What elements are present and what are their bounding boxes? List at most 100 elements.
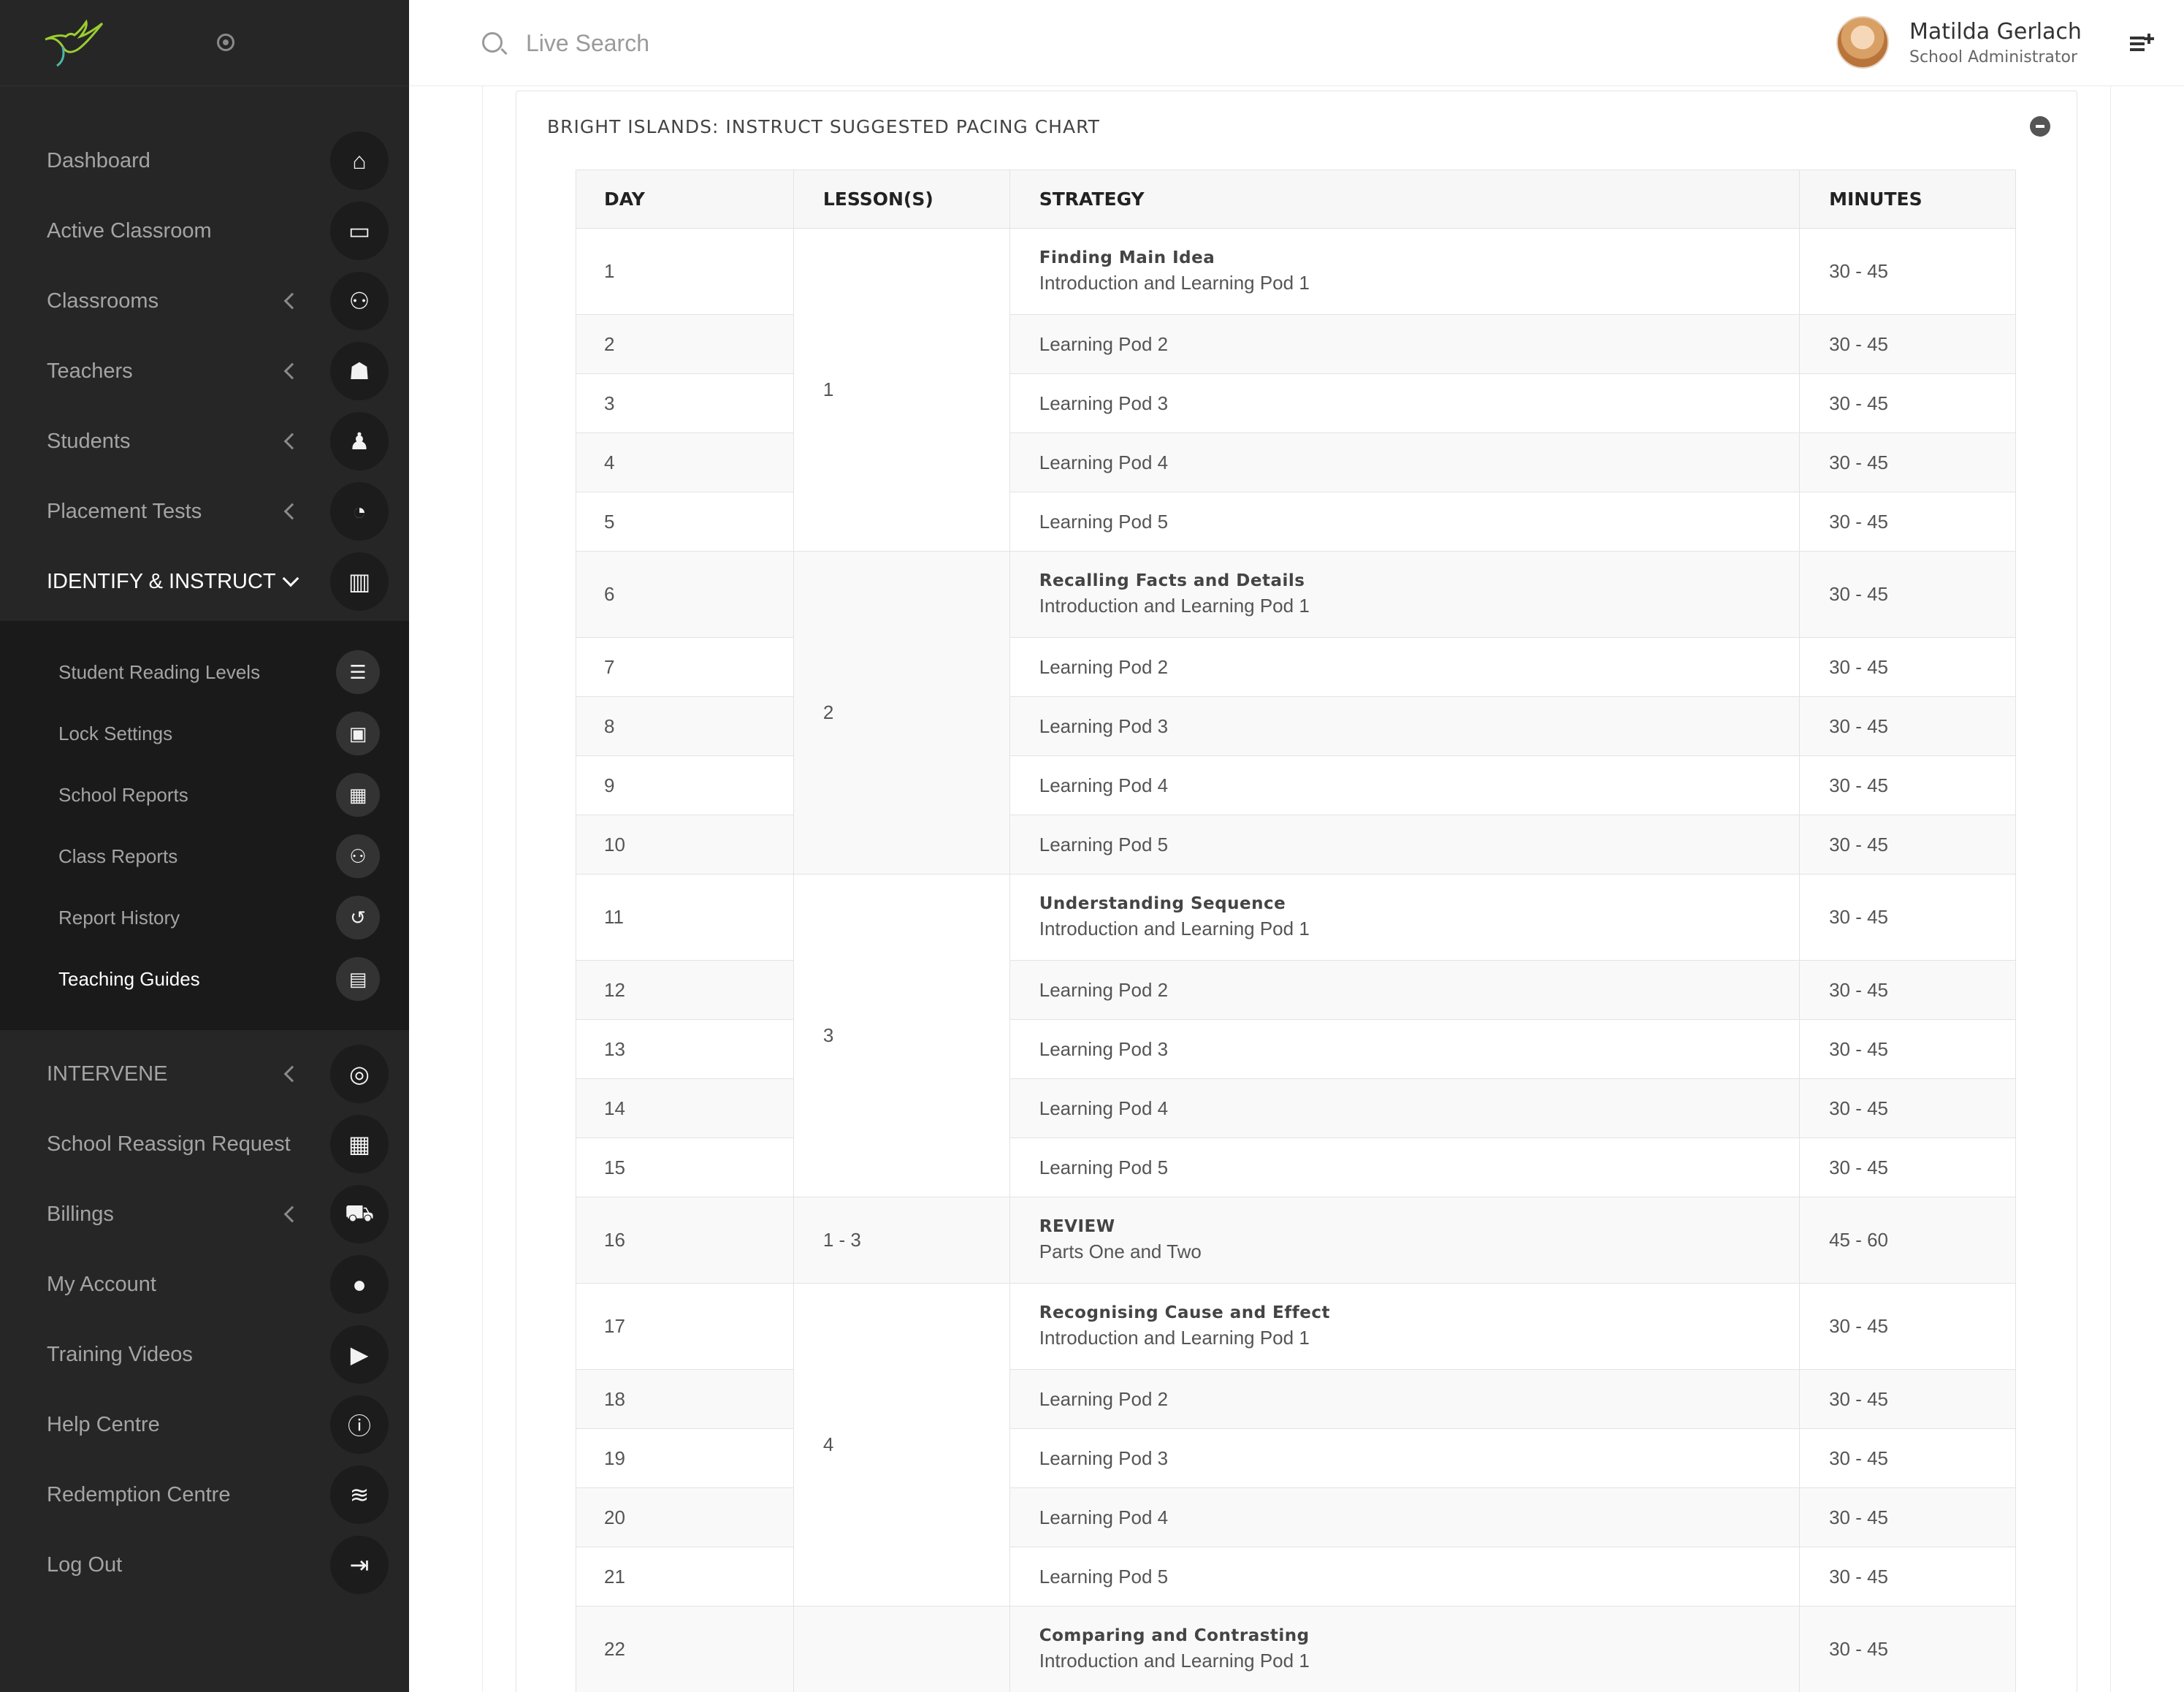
- day-cell: 19: [576, 1428, 794, 1488]
- day-cell: 5: [576, 492, 794, 552]
- minutes-cell: 30 - 45: [1799, 874, 2016, 961]
- school-icon: ▦: [330, 1115, 389, 1173]
- sidebar-item-students[interactable]: Students ♟: [0, 406, 409, 476]
- chevron-left-icon: [283, 1065, 301, 1083]
- table-row: 4 Learning Pod 4 30 - 45: [576, 432, 2016, 492]
- search-input[interactable]: [526, 25, 1037, 61]
- sidebar-item-placement-tests[interactable]: Placement Tests ◔: [0, 476, 409, 546]
- strategy-title: Understanding Sequence: [1039, 894, 1286, 913]
- table-row: 6 2 Recalling Facts and Details Introduc…: [576, 551, 2016, 874]
- table-row: 16 1 - 3 REVIEW Parts One and Two 45 - 6…: [576, 1197, 2016, 1284]
- submenu-item-lock-settings[interactable]: Lock Settings ▣: [0, 703, 409, 764]
- sidebar-item-identify-instruct[interactable]: IDENTIFY & INSTRUCT ▥: [0, 546, 409, 617]
- sidebar-item-label: INTERVENE: [47, 1062, 168, 1086]
- strategy-cell: Learning Pod 2: [1009, 960, 1801, 1020]
- strategy-cell: Recognising Cause and Effect Introductio…: [1009, 1283, 1801, 1370]
- classroom-icon: ⚇: [336, 834, 380, 878]
- minutes-cell: 30 - 45: [1799, 696, 2016, 756]
- day-cell: 11: [576, 874, 794, 961]
- sidebar-item-label: Dashboard: [47, 148, 150, 172]
- lesson-cell: 2: [793, 551, 1010, 874]
- sidebar-item-teachers[interactable]: Teachers ☗: [0, 336, 409, 406]
- minutes-cell: 30 - 45: [1799, 1547, 2016, 1607]
- submenu-item-student-reading-levels[interactable]: Student Reading Levels ☰: [0, 641, 409, 703]
- sidebar-item-billings[interactable]: Billings ⛟: [0, 1179, 409, 1249]
- sidebar-item-redemption-centre[interactable]: Redemption Centre ≋: [0, 1460, 409, 1530]
- table-row: 14 Learning Pod 4 30 - 45: [576, 1078, 2016, 1138]
- submenu-item-school-reports[interactable]: School Reports ▦: [0, 764, 409, 826]
- brand-area: [0, 0, 409, 86]
- chevron-left-icon: [283, 432, 301, 450]
- sidebar-item-my-account[interactable]: My Account ●: [0, 1249, 409, 1319]
- gauge-icon: ◔: [330, 482, 389, 541]
- sidebar: Dashboard ⌂ Active Classroom ▭ Classroom…: [0, 0, 409, 1692]
- home-icon: ⌂: [330, 132, 389, 190]
- minutes-cell: 30 - 45: [1799, 815, 2016, 874]
- top-bar: Matilda Gerlach School Administrator: [409, 0, 2184, 86]
- strategy-cell: Learning Pod 5: [1009, 1547, 1801, 1607]
- table-row: 3 Learning Pod 3 30 - 45: [576, 373, 2016, 433]
- sidebar-item-school-reassign-request[interactable]: School Reassign Request ▦: [0, 1109, 409, 1179]
- info-icon: ⓘ: [330, 1395, 389, 1454]
- minutes-cell: 30 - 45: [1799, 1019, 2016, 1079]
- day-cell: 16: [576, 1197, 794, 1284]
- submenu-item-report-history[interactable]: Report History ↺: [0, 887, 409, 948]
- search-icon[interactable]: [482, 32, 503, 53]
- sidebar-item-help-centre[interactable]: Help Centre ⓘ: [0, 1390, 409, 1460]
- strategy-cell: Learning Pod 5: [1009, 492, 1801, 552]
- sidebar-item-intervene[interactable]: INTERVENE ◎: [0, 1039, 409, 1109]
- day-cell: 1: [576, 228, 794, 315]
- minutes-cell: 30 - 45: [1799, 1078, 2016, 1138]
- video-camera-icon: ▶: [330, 1325, 389, 1384]
- history-icon: ↺: [336, 896, 380, 940]
- submenu-item-class-reports[interactable]: Class Reports ⚇: [0, 826, 409, 887]
- strategy-text: Introduction and Learning Pod 1: [1039, 1650, 1310, 1672]
- column-header-strategy[interactable]: STRATEGY: [1009, 169, 1801, 229]
- strategy-text: Introduction and Learning Pod 1: [1039, 595, 1310, 617]
- avatar[interactable]: [1836, 16, 1889, 69]
- table-row: 5 Learning Pod 5 30 - 45: [576, 492, 2016, 552]
- add-list-icon[interactable]: [2130, 32, 2156, 54]
- teacher-icon: ☗: [330, 342, 389, 400]
- minutes-cell: 30 - 45: [1799, 492, 2016, 552]
- student-icon: ♟: [330, 412, 389, 470]
- collapse-icon[interactable]: [2030, 116, 2050, 137]
- sidebar-item-dashboard[interactable]: Dashboard ⌂: [0, 126, 409, 196]
- sidebar-item-training-videos[interactable]: Training Videos ▶: [0, 1319, 409, 1390]
- strategy-cell: Comparing and Contrasting Introduction a…: [1009, 1606, 1801, 1692]
- day-cell: 8: [576, 696, 794, 756]
- table-row: 18 Learning Pod 2 30 - 45: [576, 1369, 2016, 1429]
- sidebar-item-label: Students: [47, 429, 131, 453]
- column-header-lessons[interactable]: LESSON(S): [793, 169, 1010, 229]
- table-row: 17 4 Recognising Cause and Effect Introd…: [576, 1283, 2016, 1607]
- table-row: 2 Learning Pod 2 30 - 45: [576, 314, 2016, 374]
- strategy-title: REVIEW: [1039, 1217, 1115, 1236]
- hummingbird-logo[interactable]: [41, 18, 107, 69]
- user-name[interactable]: Matilda Gerlach: [1909, 19, 2082, 45]
- table-row: 22 Comparing and Contrasting Introductio…: [576, 1606, 2016, 1692]
- table-row: 19 Learning Pod 3 30 - 45: [576, 1428, 2016, 1488]
- strategy-text: Parts One and Two: [1039, 1241, 1202, 1262]
- minutes-cell: 30 - 45: [1799, 551, 2016, 638]
- submenu-item-teaching-guides[interactable]: Teaching Guides ▤: [0, 948, 409, 1010]
- minutes-cell: 30 - 45: [1799, 1428, 2016, 1488]
- day-cell: 9: [576, 755, 794, 815]
- column-header-day[interactable]: DAY: [576, 169, 794, 229]
- strategy-cell: Learning Pod 2: [1009, 1369, 1801, 1429]
- sidebar-item-log-out[interactable]: Log Out ⇥: [0, 1530, 409, 1600]
- table-row: 8 Learning Pod 3 30 - 45: [576, 696, 2016, 756]
- classroom-icon: ⚇: [330, 272, 389, 330]
- sidebar-item-label: Log Out: [47, 1552, 123, 1577]
- sidebar-item-classrooms[interactable]: Classrooms ⚇: [0, 266, 409, 336]
- strategy-cell: Learning Pod 4: [1009, 1487, 1801, 1547]
- strategy-cell: Learning Pod 3: [1009, 1019, 1801, 1079]
- sidebar-item-label: Active Classroom: [47, 218, 212, 243]
- table-row: 10 Learning Pod 5 30 - 45: [576, 815, 2016, 874]
- day-cell: 7: [576, 637, 794, 697]
- strategy-cell: Learning Pod 5: [1009, 815, 1801, 874]
- column-header-minutes[interactable]: MINUTES: [1799, 169, 2016, 229]
- strategy-cell: Learning Pod 3: [1009, 1428, 1801, 1488]
- sidebar-item-active-classroom[interactable]: Active Classroom ▭: [0, 196, 409, 266]
- sidebar-toggle-icon[interactable]: [217, 34, 234, 51]
- strategy-text: Introduction and Learning Pod 1: [1039, 1327, 1310, 1349]
